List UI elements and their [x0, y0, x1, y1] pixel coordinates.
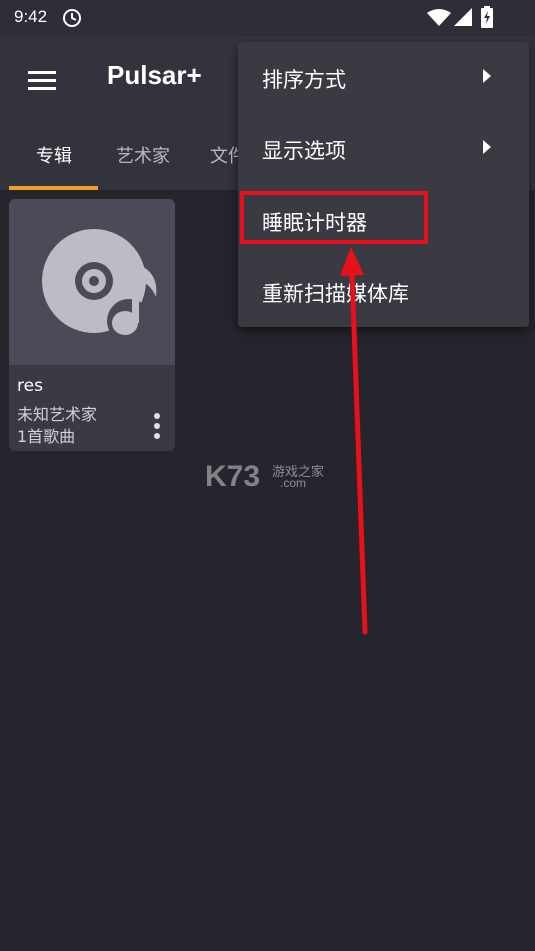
annotation-arrow-icon [340, 247, 368, 635]
